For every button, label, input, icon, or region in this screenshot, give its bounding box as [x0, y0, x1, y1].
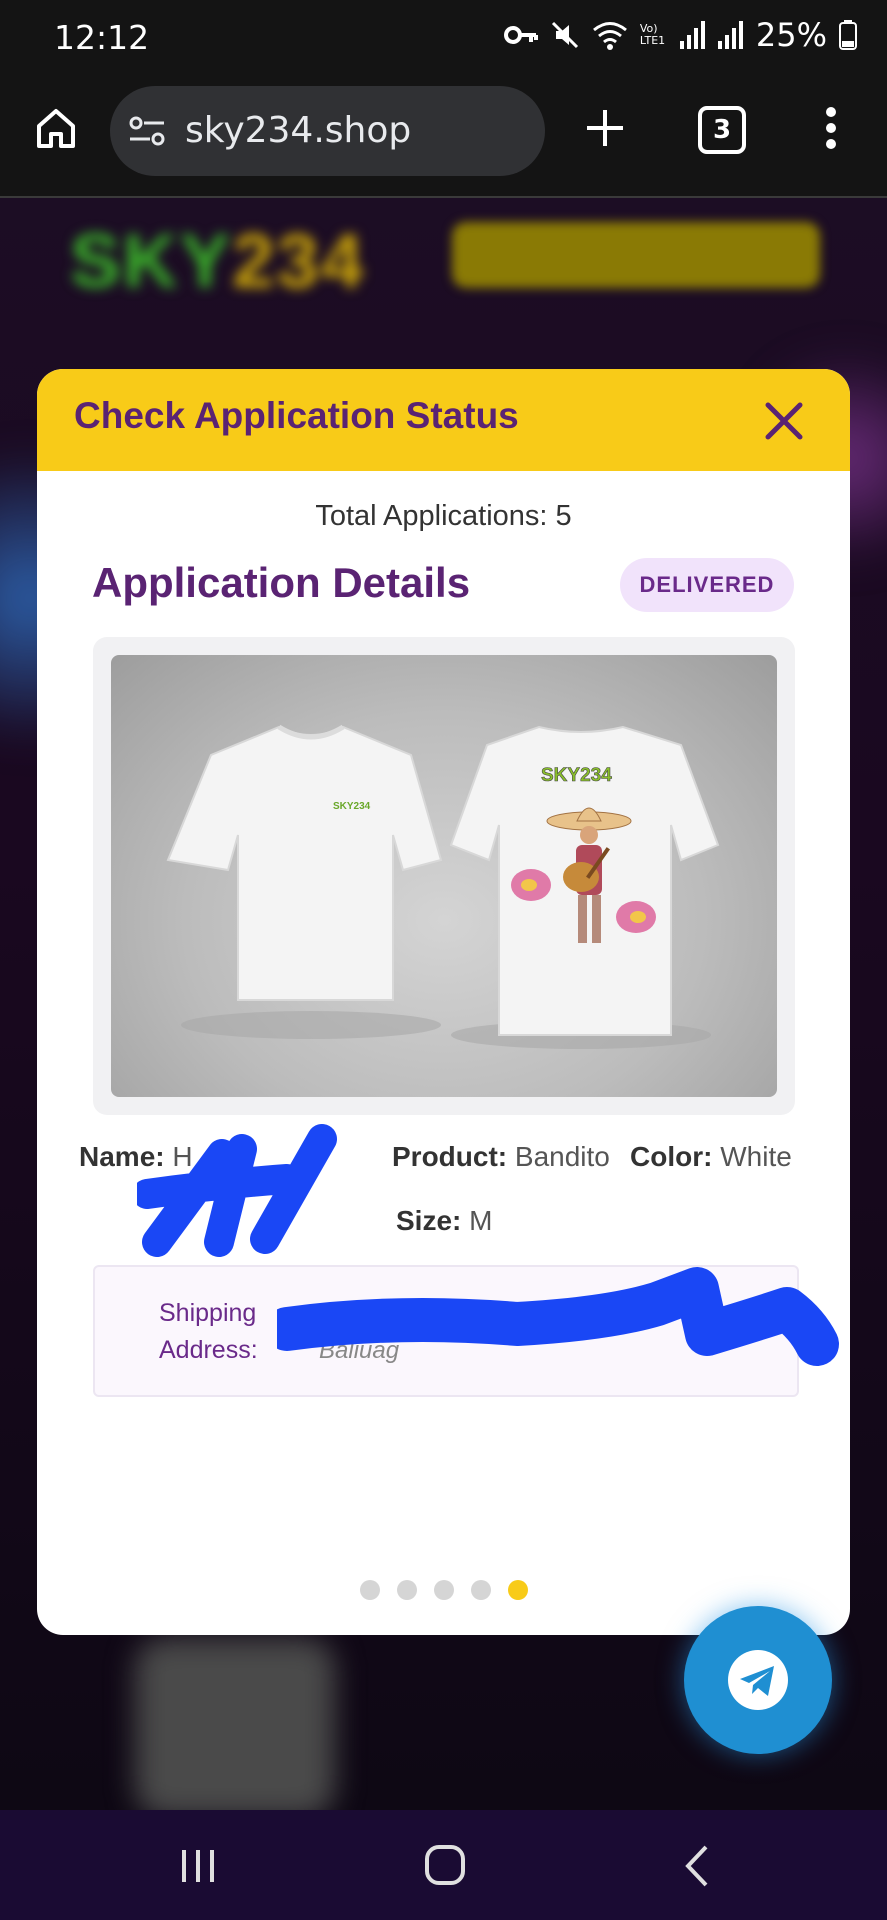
- pagination-dot[interactable]: [470, 1580, 491, 1600]
- application-details-title: Application Details: [92, 559, 471, 606]
- status-badge: DELIVERED: [620, 558, 794, 612]
- shirt-back-print: SKY234: [541, 765, 612, 786]
- pagination-dot[interactable]: [396, 1580, 417, 1600]
- background-button: [452, 222, 820, 288]
- new-tab-icon[interactable]: [585, 108, 625, 148]
- site-settings-icon[interactable]: [128, 114, 166, 148]
- background-shirt: [135, 1638, 335, 1810]
- vpn-key-icon: [503, 26, 538, 44]
- product-value: Bandito: [514, 1141, 610, 1172]
- background-logo: SKY234: [70, 218, 365, 305]
- pagination-dot[interactable]: [359, 1580, 380, 1600]
- url-text: sky234.shop: [185, 110, 412, 151]
- signal-icon-2: [717, 21, 743, 49]
- modal-header: Check Application Status: [37, 369, 850, 471]
- back-icon[interactable]: [680, 1844, 712, 1888]
- network-type-label: Vo) LTE1: [639, 22, 666, 47]
- pagination-dots: [37, 1580, 850, 1600]
- application-status-modal: Check Application Status Total Applicati…: [37, 369, 850, 1635]
- name-redaction-scribble: [137, 1124, 337, 1257]
- wifi-icon: [592, 22, 627, 50]
- battery-percent: 25%: [755, 16, 827, 54]
- recent-apps-icon[interactable]: [178, 1846, 218, 1886]
- address-redaction-scribble: [277, 1267, 839, 1366]
- battery-icon: [839, 20, 857, 50]
- product-image: SKY234 SKY234: [111, 655, 777, 1097]
- address-bar[interactable]: sky234.shop: [110, 86, 545, 176]
- total-applications: Total Applications: 5: [315, 500, 572, 532]
- size-value: M: [469, 1205, 493, 1236]
- status-icons: Vo) LTE1 25%: [503, 16, 857, 54]
- color-field: Color: White: [630, 1141, 792, 1173]
- status-time: 12:12: [54, 18, 150, 57]
- tshirt-illustration: SKY234 SKY234: [166, 724, 720, 1049]
- logo-part-1: SKY: [70, 219, 233, 304]
- home-icon[interactable]: [34, 106, 78, 150]
- shirt-front-print: SKY234: [333, 801, 371, 812]
- status-bar: 12:12 Vo) LTE1 25%: [0, 0, 887, 76]
- telegram-icon: [728, 1650, 788, 1710]
- logo-part-2: 234: [232, 219, 366, 304]
- browser-toolbar: sky234.shop 3: [0, 76, 887, 198]
- color-value: White: [720, 1141, 792, 1172]
- pagination-dot[interactable]: [433, 1580, 454, 1600]
- product-image-card: SKY234 SKY234: [93, 637, 795, 1115]
- color-label: Color:: [630, 1141, 713, 1172]
- tab-switcher-icon[interactable]: 3: [698, 106, 746, 154]
- modal-title: Check Application Status: [74, 395, 519, 436]
- system-navigation-bar: [0, 1810, 887, 1920]
- home-nav-icon[interactable]: [424, 1844, 466, 1886]
- signal-icon: [679, 21, 705, 49]
- close-icon[interactable]: [762, 399, 806, 443]
- mute-icon: [551, 21, 578, 49]
- menu-icon[interactable]: [824, 106, 838, 150]
- pagination-dot-active[interactable]: [507, 1580, 528, 1600]
- telegram-button[interactable]: [684, 1606, 832, 1754]
